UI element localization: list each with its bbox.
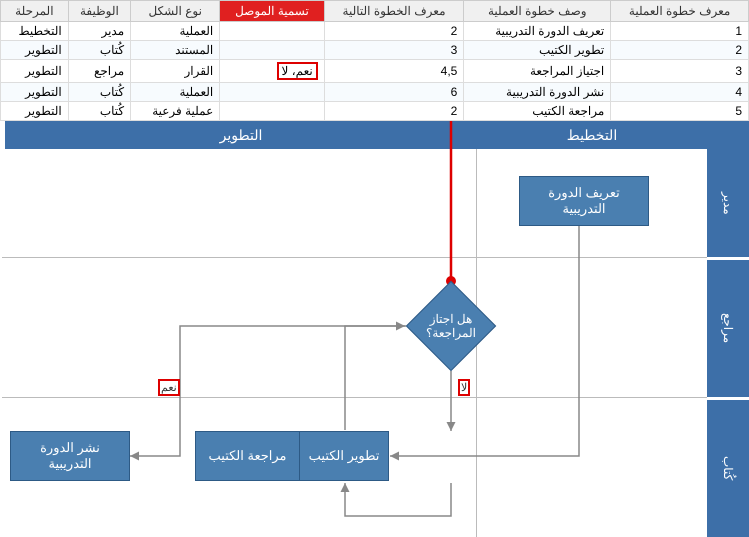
cell-step-desc[interactable]: تطوير الكتيب — [464, 41, 611, 60]
role-swimlane-writers: كُتاب — [707, 397, 749, 537]
cell-role[interactable]: مدير — [68, 22, 130, 41]
col-shape-type[interactable]: نوع الشكل — [131, 1, 220, 22]
cell-step-desc[interactable]: نشر الدورة التدريبية — [464, 83, 611, 102]
table-header-row: معرف خطوة العملية وصف خطوة العملية معرف … — [1, 1, 749, 22]
node-publish-course[interactable]: نشر الدورة التدريبية — [10, 431, 130, 481]
cell-step-desc[interactable]: مراجعة الكتيب — [464, 102, 611, 121]
col-role[interactable]: الوظيفة — [68, 1, 130, 22]
flowchart-diagram[interactable]: التخطيط التطوير مدير مراجع كُتاب تعريف ا… — [0, 121, 749, 537]
cell-step-id[interactable]: 3 — [611, 60, 749, 83]
cell-role[interactable]: كُتاب — [68, 83, 130, 102]
cell-conn-label[interactable] — [220, 83, 324, 102]
cell-phase[interactable]: التطوير — [1, 83, 69, 102]
cell-next-id[interactable]: 6 — [324, 83, 464, 102]
table-row[interactable]: 3 اجتياز المراجعة 4,5 نعم، لا القرار مرا… — [1, 60, 749, 83]
cell-step-id[interactable]: 2 — [611, 41, 749, 60]
cell-next-id[interactable]: 2 — [324, 22, 464, 41]
table-row[interactable]: 2 تطوير الكتيب 3 المستند كُتاب التطوير — [1, 41, 749, 60]
col-next-id[interactable]: معرف الخطوة التالية — [324, 1, 464, 22]
connector-label-no: لا — [458, 379, 470, 396]
conn-label-highlighted: نعم، لا — [277, 62, 318, 80]
cell-role[interactable]: كُتاب — [68, 102, 130, 121]
cell-phase[interactable]: التطوير — [1, 41, 69, 60]
decision-label: هل اجتاز المراجعة؟ — [406, 281, 496, 371]
cell-phase[interactable]: التطوير — [1, 102, 69, 121]
cell-shape-type[interactable]: عملية فرعية — [131, 102, 220, 121]
cell-next-id[interactable]: 2 — [324, 102, 464, 121]
table-row[interactable]: 4 نشر الدورة التدريبية 6 العملية كُتاب ا… — [1, 83, 749, 102]
cell-step-desc[interactable]: اجتياز المراجعة — [464, 60, 611, 83]
node-review-booklet[interactable]: مراجعة الكتيب — [195, 431, 300, 481]
phase-header-planning: التخطيط — [477, 121, 707, 149]
table-row[interactable]: 1 تعريف الدورة التدريبية 2 العملية مدير … — [1, 22, 749, 41]
cell-shape-type[interactable]: المستند — [131, 41, 220, 60]
cell-step-id[interactable]: 4 — [611, 83, 749, 102]
table-row[interactable]: 5 مراجعة الكتيب 2 عملية فرعية كُتاب التط… — [1, 102, 749, 121]
cell-conn-label[interactable]: نعم، لا — [220, 60, 324, 83]
node-develop-booklet[interactable]: تطوير الكتيب — [299, 431, 389, 481]
cell-next-id[interactable]: 3 — [324, 41, 464, 60]
node-pass-review-decision[interactable]: هل اجتاز المراجعة؟ — [406, 281, 496, 371]
col-step-desc[interactable]: وصف خطوة العملية — [464, 1, 611, 22]
cell-next-id[interactable]: 4,5 — [324, 60, 464, 83]
cell-shape-type[interactable]: العملية — [131, 22, 220, 41]
cell-role[interactable]: مراجع — [68, 60, 130, 83]
cell-phase[interactable]: التطوير — [1, 60, 69, 83]
swimlane-divider-h2 — [2, 397, 707, 398]
role-header-blank — [707, 121, 749, 149]
col-phase[interactable]: المرحلة — [1, 1, 69, 22]
col-step-id[interactable]: معرف خطوة العملية — [611, 1, 749, 22]
cell-step-desc[interactable]: تعريف الدورة التدريبية — [464, 22, 611, 41]
swimlane-divider-h1 — [2, 257, 707, 258]
cell-role[interactable]: كُتاب — [68, 41, 130, 60]
node-define-course[interactable]: تعريف الدورة التدريبية — [519, 176, 649, 226]
cell-shape-type[interactable]: العملية — [131, 83, 220, 102]
cell-phase[interactable]: التخطيط — [1, 22, 69, 41]
connector-label-yes: نعم — [158, 379, 180, 396]
cell-conn-label[interactable] — [220, 22, 324, 41]
cell-step-id[interactable]: 1 — [611, 22, 749, 41]
phase-header-development: التطوير — [2, 121, 477, 149]
process-table[interactable]: معرف خطوة العملية وصف خطوة العملية معرف … — [0, 0, 749, 121]
cell-step-id[interactable]: 5 — [611, 102, 749, 121]
role-swimlane-manager: مدير — [707, 149, 749, 257]
col-connector-label[interactable]: تسمية الموصل — [220, 1, 324, 22]
cell-conn-label[interactable] — [220, 41, 324, 60]
role-swimlane-reviewer: مراجع — [707, 257, 749, 397]
cell-conn-label[interactable] — [220, 102, 324, 121]
cell-shape-type[interactable]: القرار — [131, 60, 220, 83]
